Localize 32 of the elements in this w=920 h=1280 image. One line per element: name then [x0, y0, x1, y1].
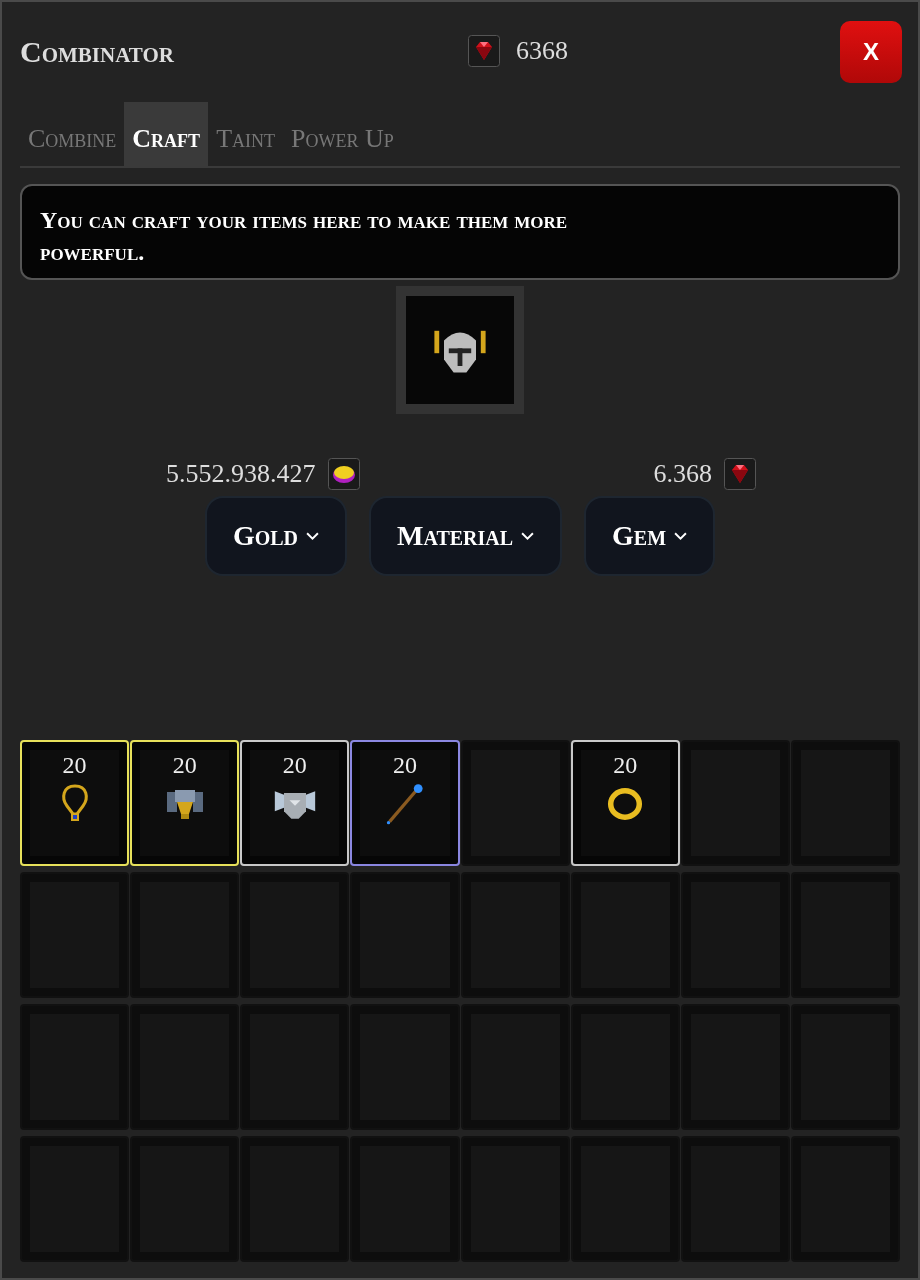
gem-count: 6368	[516, 36, 568, 66]
balance-amount: 5.552.938.427	[166, 459, 316, 489]
inventory-slot[interactable]: 20	[130, 740, 240, 866]
gem-icon	[724, 458, 756, 490]
inventory-slot[interactable]: 20	[570, 740, 680, 866]
tab[interactable]: Power Up	[283, 102, 402, 166]
dropdown-button[interactable]: Gold	[204, 496, 347, 576]
item-count: 20	[392, 752, 417, 778]
balance-amount: 6.368	[653, 459, 712, 489]
gem-icon	[468, 35, 500, 67]
tab[interactable]: Combine	[20, 102, 125, 166]
inventory-slot[interactable]: 20	[20, 740, 130, 866]
chevron-icon	[674, 531, 688, 541]
item-count: 20	[613, 752, 638, 778]
item-count: 20	[172, 752, 197, 778]
inventory-slot[interactable]: 20	[350, 740, 460, 866]
dropdown-button[interactable]: Material	[369, 496, 563, 576]
inventory-slot[interactable]	[680, 740, 790, 866]
item-count: 20	[62, 752, 87, 778]
coin-icon	[327, 458, 360, 490]
inventory-slot[interactable]: 20	[240, 740, 350, 866]
chevron-icon	[521, 531, 535, 541]
tab[interactable]: Taint	[208, 102, 283, 166]
window-title: Combinator	[20, 35, 174, 69]
item-count: 20	[282, 752, 307, 778]
chevron-icon	[306, 531, 319, 541]
tab[interactable]: Craft	[124, 102, 209, 166]
info-message: You can craft your items here to make them more powerful.	[20, 184, 900, 280]
inventory-slot[interactable]	[460, 740, 570, 866]
close-button[interactable]: X	[840, 21, 902, 83]
item-slot[interactable]	[396, 286, 524, 414]
dropdown-button[interactable]: Gem	[584, 496, 716, 576]
